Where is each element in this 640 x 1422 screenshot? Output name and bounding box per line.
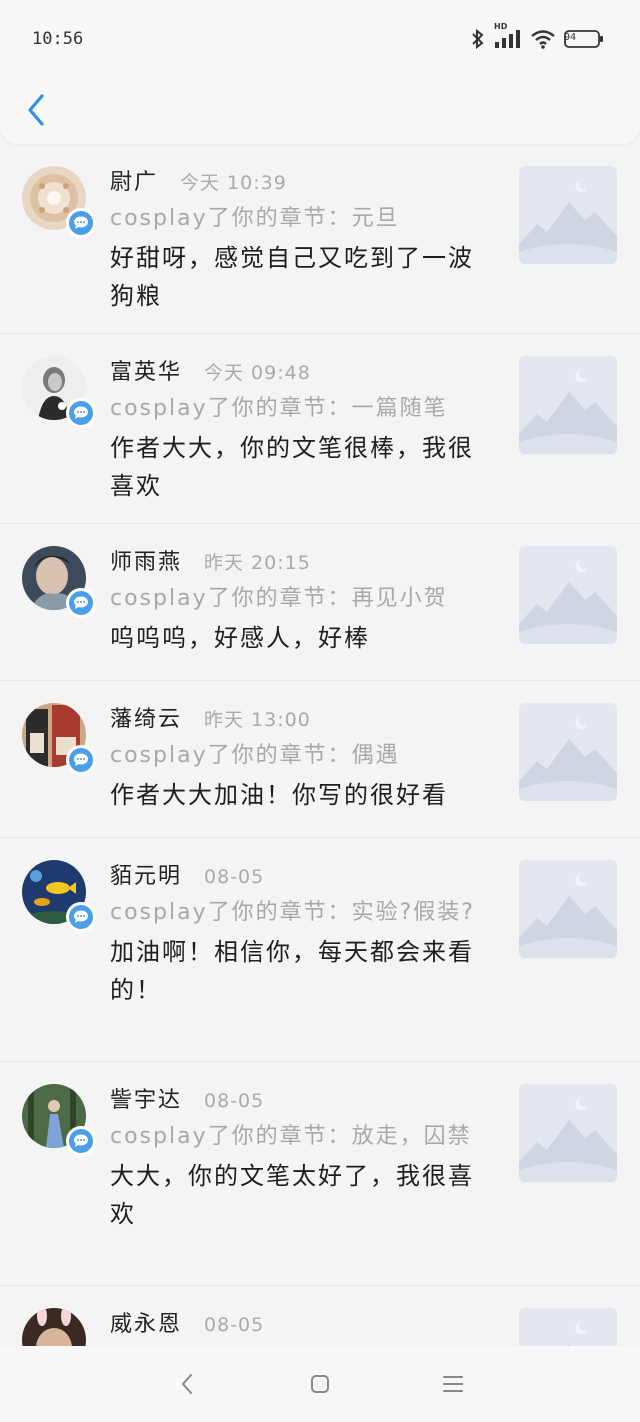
chapter-thumbnail[interactable] — [519, 166, 617, 264]
comment-time: 08-05 — [204, 1090, 265, 1112]
commenter-name[interactable]: 富英华 — [110, 354, 182, 386]
chevron-left-icon — [28, 94, 44, 126]
message-badge — [66, 1126, 96, 1156]
avatar-wrap[interactable] — [22, 356, 96, 428]
chapter-reference: cosplay了你的章节：一篇随笔 — [110, 396, 448, 421]
wifi-icon — [530, 28, 556, 50]
nav-menu-icon — [443, 1376, 464, 1392]
back-button[interactable] — [20, 88, 52, 132]
battery-icon: 94 — [564, 29, 604, 49]
commenter-name[interactable]: 訾宇达 — [110, 1082, 182, 1114]
commenter-name[interactable]: 师雨燕 — [110, 544, 182, 576]
message-badge — [66, 902, 96, 932]
nav-menu-button[interactable] — [433, 1364, 473, 1404]
comment-message: 大大，你的文笔太好了，我很喜欢 — [110, 1162, 474, 1228]
chat-bubble-icon — [74, 596, 88, 609]
comment-content: 尉广 今天 10:39 cosplay了你的章节：元旦 好甜呀，感觉自己又吃到了… — [110, 164, 490, 315]
comment-item[interactable]: 貊元明 08-05 cosplay了你的章节：实验?假装? 加油啊！相信你，每天… — [0, 838, 640, 1062]
commenter-name[interactable]: 貊元明 — [110, 858, 182, 890]
signal-icon: HD — [494, 22, 522, 50]
chapter-reference: cosplay了你的章节：放走，囚禁 — [110, 1124, 472, 1149]
image-placeholder-icon — [519, 356, 617, 454]
comment-time: 今天 10:39 — [180, 172, 287, 194]
chat-bubble-icon — [74, 753, 88, 766]
comment-message: 好甜呀，感觉自己又吃到了一波狗粮 — [110, 244, 474, 310]
chapter-reference: cosplay了你的章节：元旦 — [110, 206, 400, 231]
hd-label: HD — [494, 22, 508, 31]
avatar-wrap[interactable] — [22, 860, 96, 932]
image-placeholder-icon — [519, 1308, 617, 1346]
chapter-thumbnail[interactable] — [519, 1308, 617, 1346]
avatar-wrap[interactable] — [22, 546, 96, 618]
comment-time: 今天 09:48 — [204, 362, 311, 384]
chapter-thumbnail[interactable] — [519, 860, 617, 958]
image-placeholder-icon — [519, 860, 617, 958]
message-badge — [66, 398, 96, 428]
comment-time: 08-05 — [204, 866, 265, 888]
comment-content: 訾宇达 08-05 cosplay了你的章节：放走，囚禁 大大，你的文笔太好了，… — [110, 1082, 490, 1233]
bluetooth-icon — [470, 28, 486, 50]
comment-time: 昨天 20:15 — [204, 552, 311, 574]
comment-content: 藩绮云 昨天 13:00 cosplay了你的章节：偶遇 作者大大加油！你写的很… — [110, 701, 490, 814]
commenter-name[interactable]: 威永恩 — [110, 1306, 182, 1338]
chapter-thumbnail[interactable] — [519, 356, 617, 454]
chat-bubble-icon — [74, 216, 88, 229]
message-badge — [66, 588, 96, 618]
commenter-name[interactable]: 藩绮云 — [110, 701, 182, 733]
status-icons: HD 94 — [470, 22, 604, 54]
avatar[interactable] — [22, 1308, 86, 1346]
chapter-reference: cosplay了你的章节：再见小贺 — [110, 586, 448, 611]
comment-content: 师雨燕 昨天 20:15 cosplay了你的章节：再见小贺 呜呜呜，好感人，好… — [110, 544, 490, 657]
comment-item[interactable]: 尉广 今天 10:39 cosplay了你的章节：元旦 好甜呀，感觉自己又吃到了… — [0, 144, 640, 334]
image-placeholder-icon — [519, 546, 617, 644]
message-badge — [66, 745, 96, 775]
comment-message: 作者大大加油！你写的很好看 — [110, 781, 448, 809]
chapter-thumbnail[interactable] — [519, 1084, 617, 1182]
chapter-reference: cosplay了你的章节：偶遇 — [110, 743, 400, 768]
comment-item[interactable]: 訾宇达 08-05 cosplay了你的章节：放走，囚禁 大大，你的文笔太好了，… — [0, 1062, 640, 1286]
comment-content: 威永恩 08-05 — [110, 1306, 490, 1342]
chat-bubble-icon — [74, 406, 88, 419]
nav-home-button[interactable] — [300, 1364, 340, 1404]
avatar-wrap[interactable] — [22, 1084, 96, 1156]
image-placeholder-icon — [519, 703, 617, 801]
image-placeholder-icon — [519, 1084, 617, 1182]
avatar-wrap[interactable] — [22, 1308, 88, 1346]
comment-time: 昨天 13:00 — [204, 709, 311, 731]
comment-item[interactable]: 富英华 今天 09:48 cosplay了你的章节：一篇随笔 作者大大，你的文笔… — [0, 334, 640, 524]
comment-message: 作者大大，你的文笔很棒，我很喜欢 — [110, 434, 474, 500]
comment-item[interactable]: 威永恩 08-05 — [0, 1286, 640, 1346]
commenter-name[interactable]: 尉广 — [110, 164, 158, 196]
top-header: 10:56 HD 94 — [0, 0, 640, 144]
image-placeholder-icon — [519, 166, 617, 264]
comment-message: 加油啊！相信你，每天都会来看的！ — [110, 938, 474, 1004]
chat-bubble-icon — [74, 910, 88, 923]
comment-content: 富英华 今天 09:48 cosplay了你的章节：一篇随笔 作者大大，你的文笔… — [110, 354, 490, 505]
avatar-wrap[interactable] — [22, 703, 96, 775]
comment-message: 呜呜呜，好感人，好棒 — [110, 624, 370, 652]
chapter-thumbnail[interactable] — [519, 703, 617, 801]
comment-content: 貊元明 08-05 cosplay了你的章节：实验?假装? 加油啊！相信你，每天… — [110, 858, 490, 1009]
battery-level: 94 — [564, 32, 577, 43]
status-time: 10:56 — [32, 29, 84, 49]
nav-back-button[interactable] — [167, 1364, 207, 1404]
comment-time: 08-05 — [204, 1314, 265, 1336]
nav-home-icon — [310, 1375, 329, 1393]
comment-list[interactable]: 尉广 今天 10:39 cosplay了你的章节：元旦 好甜呀，感觉自己又吃到了… — [0, 144, 640, 1346]
chapter-reference: cosplay了你的章节：实验?假装? — [110, 900, 475, 925]
chapter-thumbnail[interactable] — [519, 546, 617, 644]
system-nav-bar — [0, 1346, 640, 1422]
message-badge — [66, 208, 96, 238]
comment-item[interactable]: 藩绮云 昨天 13:00 cosplay了你的章节：偶遇 作者大大加油！你写的很… — [0, 681, 640, 838]
avatar-wrap[interactable] — [22, 166, 96, 238]
nav-back-icon — [181, 1374, 192, 1394]
comment-item[interactable]: 师雨燕 昨天 20:15 cosplay了你的章节：再见小贺 呜呜呜，好感人，好… — [0, 524, 640, 681]
chat-bubble-icon — [74, 1134, 88, 1147]
